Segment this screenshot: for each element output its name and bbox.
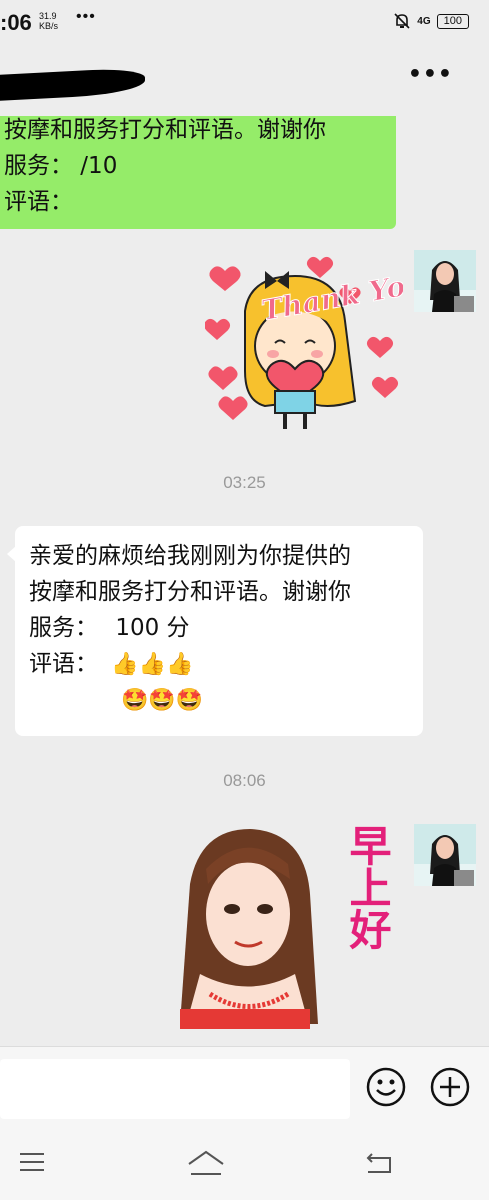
status-time: :06 [0,10,32,35]
message-timestamp: 08:06 [223,771,266,790]
net-speed-unit: KB/s [39,21,59,31]
system-nav-bar [0,1126,489,1200]
message-line: 评语： 👍👍👍 [29,646,423,682]
network-type: 4G [417,15,431,27]
service-label: 服务： [29,615,98,641]
add-icon[interactable] [430,1067,470,1107]
menu-icon[interactable] [18,1150,46,1174]
battery-indicator: 100 [436,13,469,29]
avatar-photo [414,824,476,886]
message-input[interactable] [0,1059,350,1119]
message-line: 亲爱的麻烦给我刚刚为你提供的 [29,543,351,569]
redacted-contact-name [0,67,145,101]
chat-header: ••• [0,44,489,116]
message-line: 按摩和服务打分和评语。谢谢你 [29,579,351,605]
message-line: 服务： /10 [4,153,118,179]
home-icon[interactable] [187,1150,225,1176]
more-options-icon[interactable]: ••• [408,62,453,87]
girl-illustration [170,824,320,1029]
status-right: 4G 100 [393,12,469,30]
avatar-photo [414,250,476,312]
net-speed-value: 31.9 [39,11,57,21]
message-line: 🤩🤩🤩 [29,682,423,718]
thumbs-up-emoji: 👍👍👍 [111,652,194,677]
status-bar: :06 31.9 KB/s ••• 4G 100 [0,0,489,44]
mute-bell-icon [394,13,410,29]
back-icon[interactable] [364,1150,394,1176]
star-struck-emoji: 🤩🤩🤩 [121,688,204,713]
status-dots: ••• [76,8,96,25]
message-line: 按摩和服务打分和评语。谢谢你 [4,117,326,143]
avatar[interactable] [414,250,476,312]
message-bubble-sent[interactable]: 按摩和服务打分和评语。谢谢你 服务： /10 评语： [0,116,396,229]
net-speed: 31.9 KB/s [39,11,65,31]
message-bubble-received[interactable]: 亲爱的麻烦给我刚刚为你提供的 按摩和服务打分和评语。谢谢你 服务： 100 分 … [7,526,423,736]
emoji-icon[interactable] [366,1067,406,1107]
message-timestamp: 03:25 [223,473,266,492]
good-morning-sticker[interactable]: 早上好 [170,824,400,1029]
message-input-bar [0,1046,489,1127]
service-score: 100 分 [115,615,190,641]
comment-label: 评语： [29,651,98,677]
sticker-text: 早上好 [343,824,392,950]
avatar[interactable] [414,824,476,886]
chat-area[interactable]: 按摩和服务打分和评语。谢谢你 服务： /10 评语： Thank You 03:… [0,116,489,1046]
thank-you-sticker[interactable]: Thank You [205,251,403,436]
message-line: 评语： [4,189,73,215]
message-line: 服务： 100 分 [29,610,423,646]
